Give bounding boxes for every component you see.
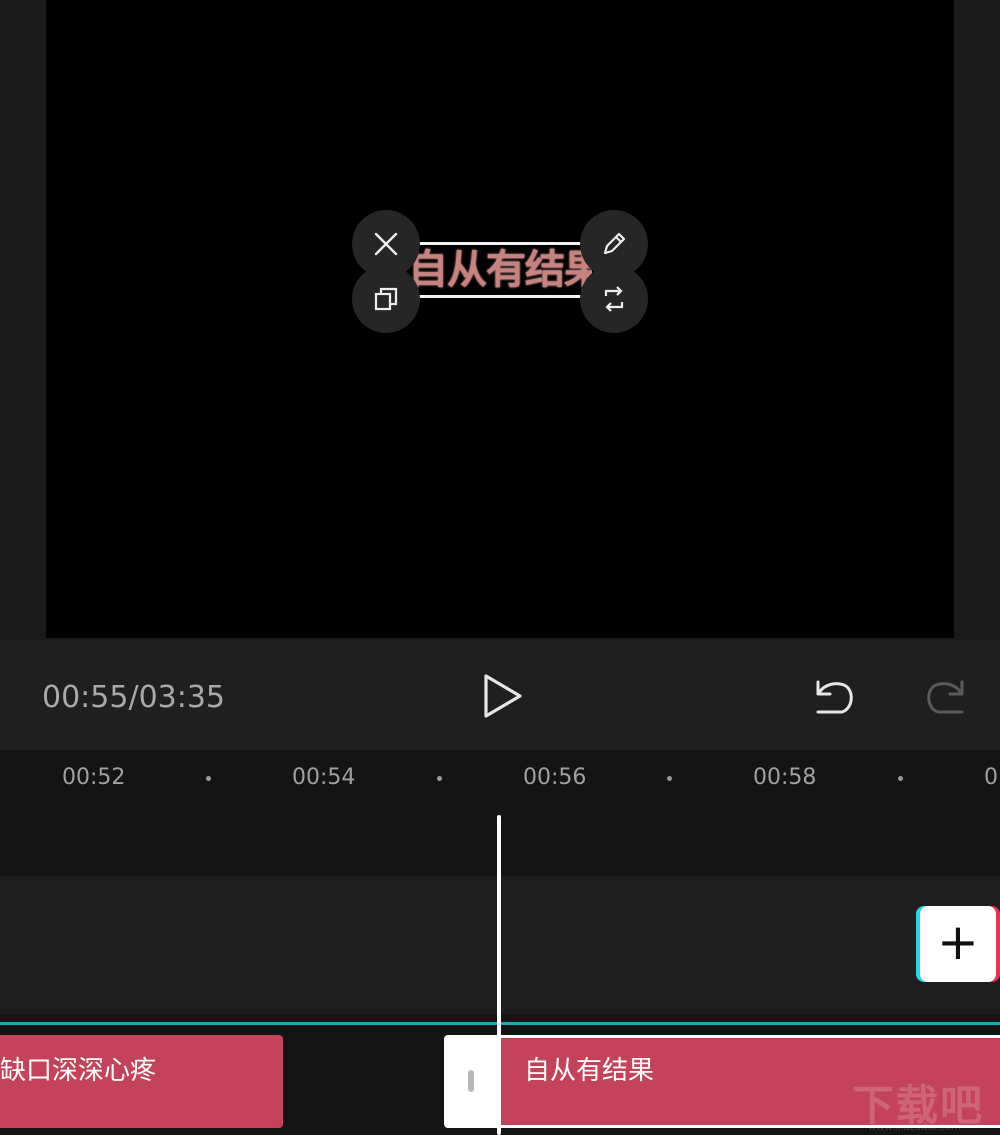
rotate-icon bbox=[604, 286, 624, 312]
undo-icon[interactable] bbox=[810, 672, 860, 718]
redo-icon[interactable] bbox=[920, 672, 970, 718]
add-clip-button[interactable]: + bbox=[920, 906, 996, 982]
trim-handle-grip bbox=[468, 1070, 474, 1092]
video-editor-screen: 自从有结果 00:55/03:35 00:52 00:54 00:56 00:5… bbox=[0, 0, 1000, 1135]
overlay-caption: 自从有结果 bbox=[412, 247, 592, 293]
text-clip-label: 自从有结果 bbox=[524, 1056, 655, 1086]
copy-overlay-button[interactable] bbox=[352, 265, 420, 333]
ruler-tick-label: 00:54 bbox=[292, 765, 356, 790]
ruler-tick-label: 0 bbox=[984, 765, 998, 790]
ruler-tick-label: 00:56 bbox=[523, 765, 587, 790]
ruler-tick-dot bbox=[437, 776, 442, 781]
watermark-url: www.xiazaiba.com bbox=[868, 1122, 961, 1133]
playhead[interactable] bbox=[497, 815, 501, 1135]
preview-canvas[interactable] bbox=[46, 0, 954, 638]
ruler-tick-label: 00:52 bbox=[62, 765, 126, 790]
ruler-tick-dot bbox=[206, 776, 211, 781]
timecode-display: 00:55/03:35 bbox=[42, 680, 226, 715]
plus-icon: + bbox=[937, 913, 979, 971]
close-icon bbox=[374, 232, 398, 256]
watermark-logo: 下载吧 bbox=[852, 1081, 985, 1130]
text-clip-label: 缺口深深心疼 bbox=[0, 1056, 157, 1086]
rotate-overlay-button[interactable] bbox=[580, 265, 648, 333]
pencil-icon bbox=[603, 232, 626, 255]
ruler-tick-dot bbox=[898, 776, 903, 781]
ruler-tick-label: 00:58 bbox=[753, 765, 817, 790]
text-overlay-box[interactable]: 自从有结果 bbox=[412, 242, 592, 298]
play-icon[interactable] bbox=[478, 670, 528, 722]
timeline-ruler[interactable] bbox=[0, 750, 1000, 806]
ruler-tick-dot bbox=[667, 776, 672, 781]
copy-icon bbox=[374, 287, 398, 311]
